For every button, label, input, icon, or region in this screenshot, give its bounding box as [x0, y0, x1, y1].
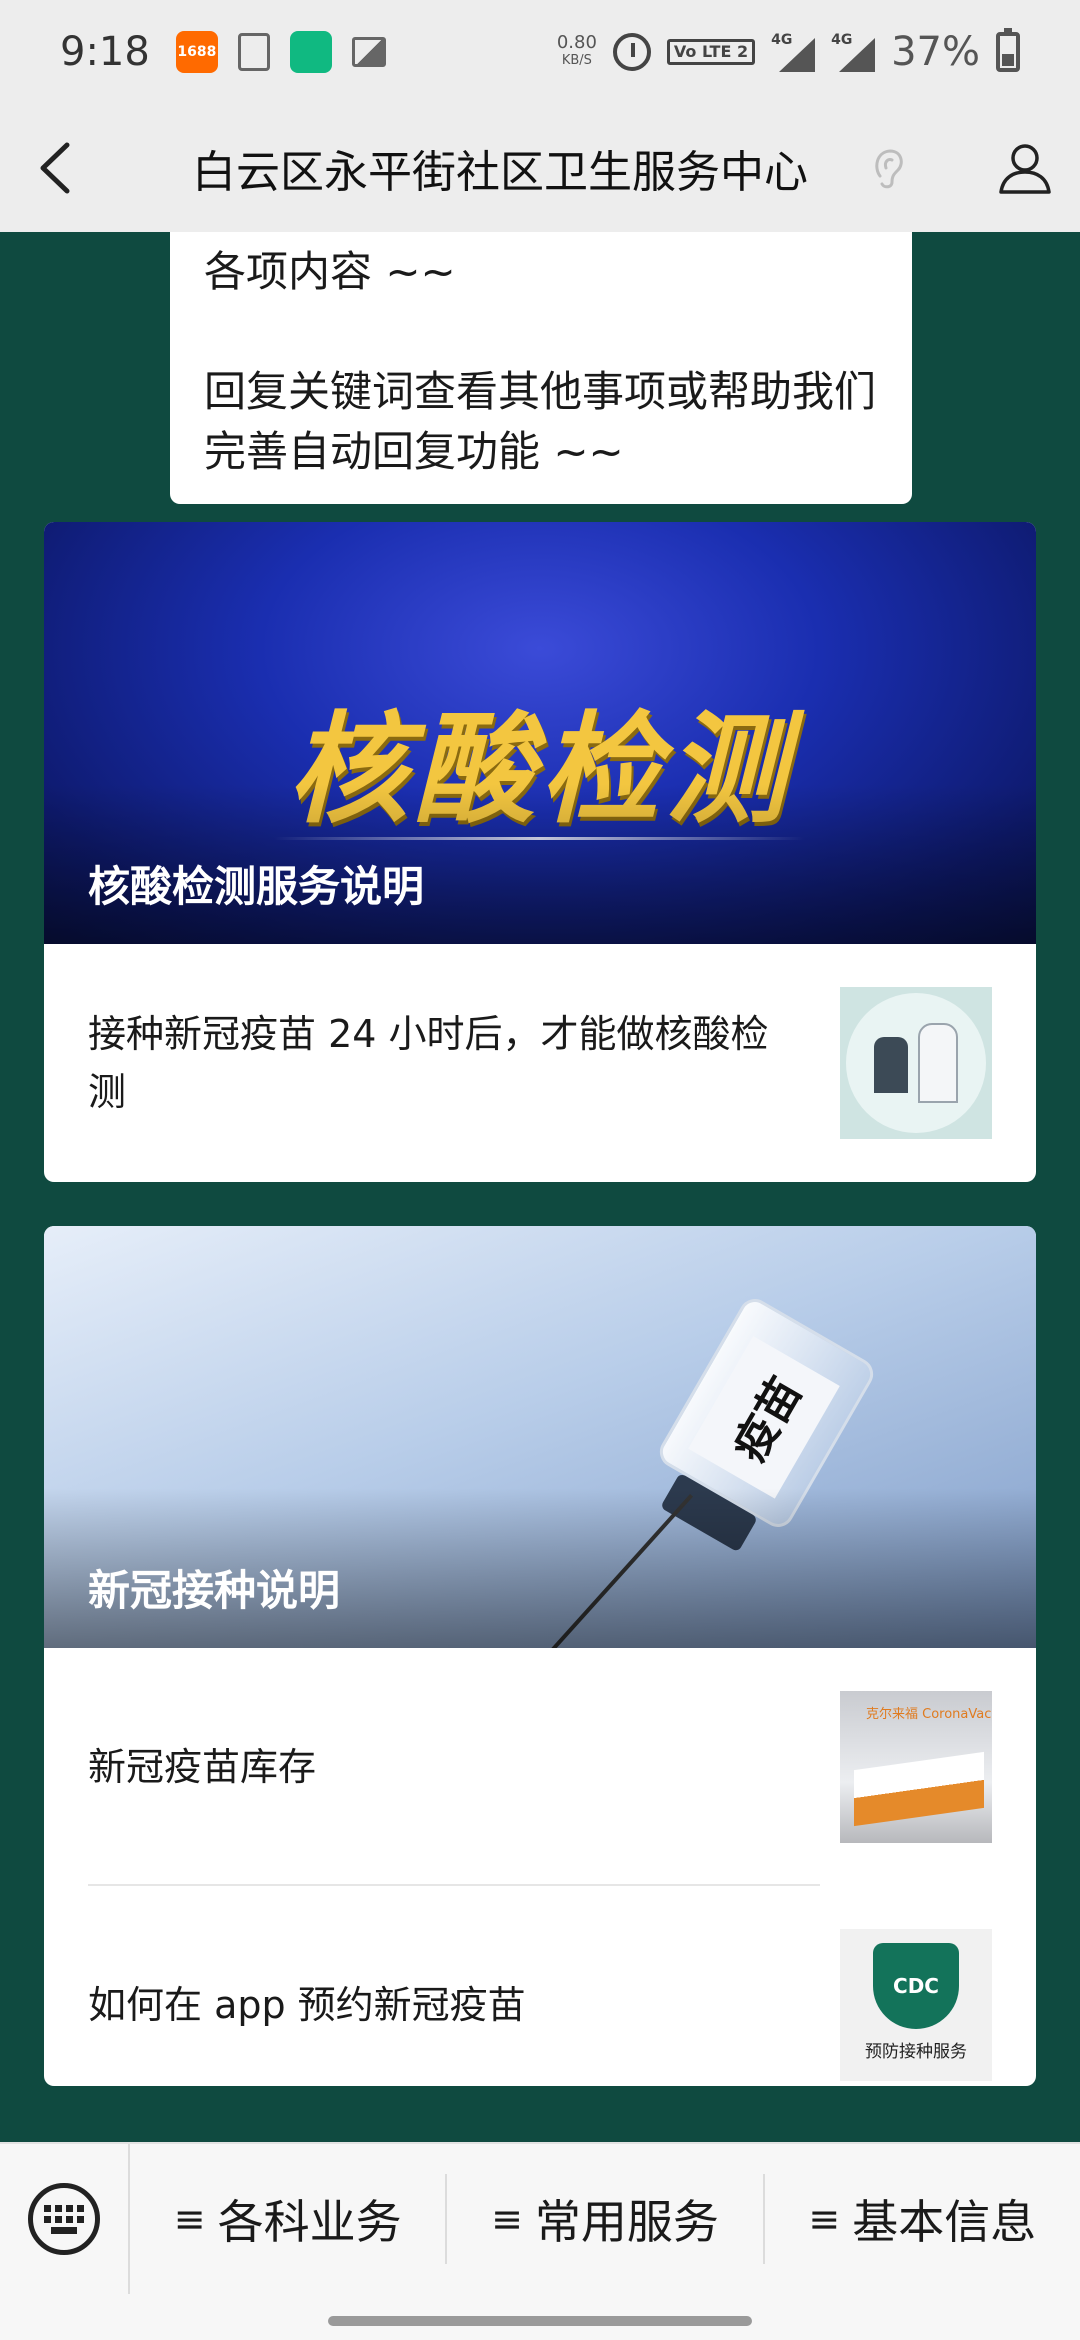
article-item-nat-24h[interactable]: 接种新冠疫苗 24 小时后，才能做核酸检测	[44, 944, 1036, 1182]
menu-departments[interactable]: ≡ 各科业务	[130, 2174, 448, 2264]
cdc-logo: CDC	[873, 1943, 959, 2029]
article-banner-nat[interactable]: 核酸检测 核酸检测服务说明	[44, 522, 1036, 944]
coronavac-logo: 克尔来福 CoronaVac	[866, 1707, 992, 1722]
status-bar: 9:18 1688 0.80 KB/S Vo LTE 2 4G 4G 37%	[0, 0, 1080, 104]
network-speed-value: 0.80	[556, 32, 597, 53]
network-speed: 0.80 KB/S	[557, 34, 597, 70]
chevron-left-icon	[40, 142, 70, 194]
profile-button[interactable]	[970, 104, 1080, 232]
status-right: 0.80 KB/S Vo LTE 2 4G 4G 37%	[557, 28, 1020, 75]
signal-label-1: 4G	[771, 32, 793, 48]
menu-label: 基本信息	[852, 2195, 1037, 2249]
alibaba-app-icon: 1688	[175, 31, 218, 73]
network-speed-unit: KB/S	[561, 53, 592, 68]
chat-header: 白云区永平街社区卫生服务中心	[0, 104, 1080, 232]
message-bubble: 各项内容 ~~ 回复关键词查看其他事项或帮助我们完善自动回复功能 ~~	[170, 232, 912, 504]
image-icon	[351, 37, 386, 67]
article-item-vaccine-booking[interactable]: 如何在 app 预约新冠疫苗 CDC 预防接种服务	[44, 1886, 1036, 2086]
article-item-title: 如何在 app 预约新冠疫苗	[88, 1983, 526, 2027]
chat-app-icon	[289, 31, 332, 73]
signal-icon-2: 4G	[831, 32, 876, 72]
menu-list-icon: ≡	[173, 2197, 206, 2241]
menu-list-icon: ≡	[808, 2197, 841, 2241]
menu-basic-info[interactable]: ≡ 基本信息	[765, 2174, 1080, 2264]
message-line-2: 回复关键词查看其他事项或帮助我们完善自动回复功能 ~~	[204, 367, 877, 476]
keyboard-icon	[28, 2183, 100, 2255]
menu-label: 常用服务	[534, 2195, 719, 2249]
status-time: 9:18	[60, 29, 150, 75]
article-item-title: 新冠疫苗库存	[88, 1745, 317, 1789]
banner-caption-nat: 核酸检测服务说明	[88, 862, 425, 911]
article-item-vaccine-stock[interactable]: 新冠疫苗库存 克尔来福 CoronaVac	[44, 1648, 1036, 1886]
article-card-nat: 核酸检测 核酸检测服务说明 接种新冠疫苗 24 小时后，才能做核酸检测	[44, 522, 1036, 1182]
battery-percent: 37%	[891, 29, 980, 75]
back-button[interactable]	[0, 104, 110, 232]
article-banner-vaccine[interactable]: 疫苗 新冠接种说明	[44, 1226, 1036, 1648]
nurse-swab-thumbnail	[840, 987, 992, 1139]
signal-label-2: 4G	[831, 32, 853, 48]
battery-icon	[996, 28, 1020, 72]
message-line-1: 各项内容 ~~	[204, 247, 456, 296]
chat-content[interactable]: 各项内容 ~~ 回复关键词查看其他事项或帮助我们完善自动回复功能 ~~ 核酸检测…	[0, 232, 1080, 2142]
home-indicator[interactable]	[328, 2316, 752, 2326]
vaccine-box-thumbnail: 克尔来福 CoronaVac	[840, 1691, 992, 1843]
user-icon	[999, 144, 1051, 194]
document-icon	[237, 33, 270, 71]
cdc-thumbnail: CDC 预防接种服务	[840, 1929, 992, 2081]
article-item-title: 接种新冠疫苗 24 小时后，才能做核酸检测	[88, 1012, 769, 1114]
keyboard-toggle-button[interactable]	[0, 2144, 130, 2294]
menu-label: 各科业务	[217, 2195, 402, 2249]
signal-icon-1: 4G	[771, 32, 816, 72]
volte-icon: Vo LTE 2	[666, 39, 756, 65]
banner-caption-vaccine: 新冠接种说明	[88, 1566, 341, 1615]
bottom-menu-bar: ≡ 各科业务 ≡ 常用服务 ≡ 基本信息	[0, 2142, 1080, 2340]
ear-icon	[875, 149, 903, 189]
alarm-icon	[612, 33, 651, 71]
menu-list-icon: ≡	[491, 2197, 523, 2241]
article-card-vaccine: 疫苗 新冠接种说明 新冠疫苗库存 克尔来福 CoronaVac 如何在 app …	[44, 1226, 1036, 2086]
menu-common-services[interactable]: ≡ 常用服务	[447, 2174, 765, 2264]
cdc-caption: 预防接种服务	[865, 2042, 967, 2062]
page-title: 白云区永平街社区卫生服务中心	[192, 147, 808, 198]
